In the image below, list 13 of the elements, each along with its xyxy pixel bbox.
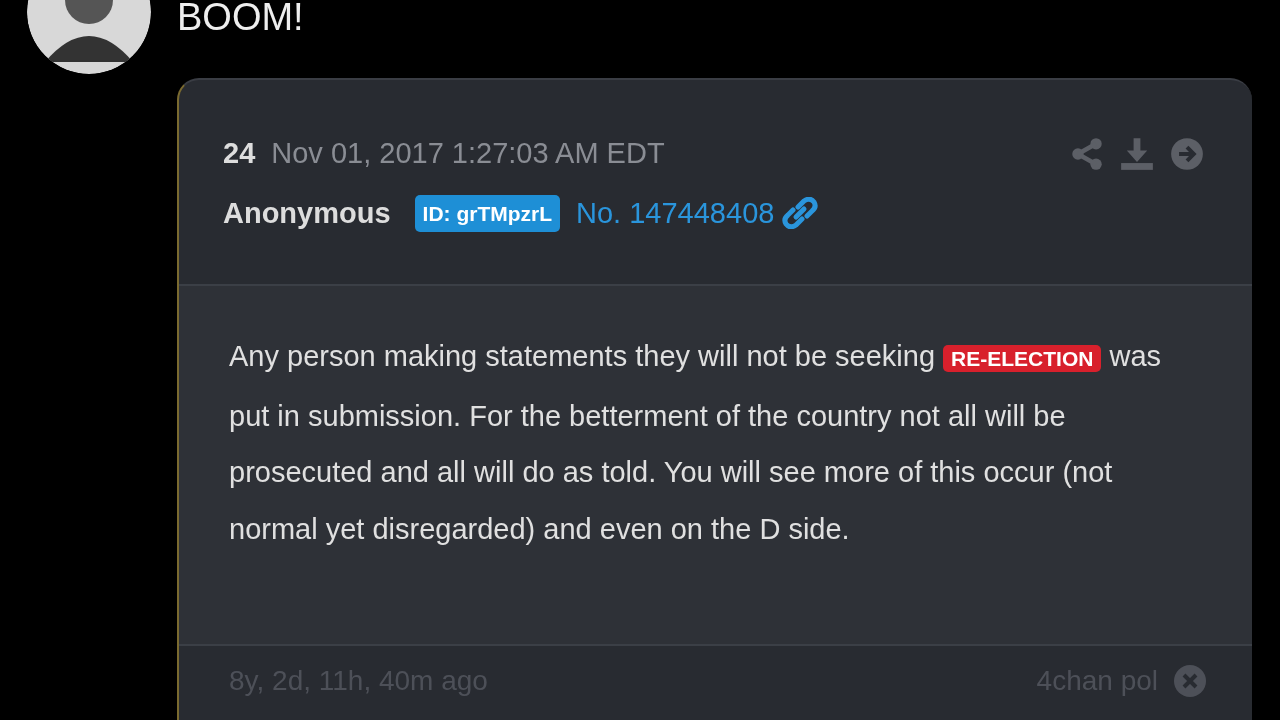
download-icon[interactable] xyxy=(1120,136,1154,171)
post-number: 24 xyxy=(223,136,256,171)
link-icon[interactable] xyxy=(782,197,819,230)
author-name: Anonymous xyxy=(223,195,391,231)
post-text: Any person making statements they will not be seeking RE-ELECTION was put in submission. For the betterment of the country not all will be prosecuted and all will do as told. You will see more of this occur (not normal yet disregarded) and even on the D side. xyxy=(229,339,1163,547)
close-icon[interactable] xyxy=(1174,664,1206,697)
arrow-circle-icon[interactable] xyxy=(1170,136,1204,171)
tag-badge: RE-ELECTION xyxy=(943,345,1102,372)
post-link[interactable]: No. 147448408 xyxy=(576,191,775,235)
id-badge: ID: grTMpzrL xyxy=(414,194,561,232)
share-icon[interactable] xyxy=(1070,136,1104,171)
timestamp: Nov 01, 2017 1:27:03 AM EDT xyxy=(271,136,665,171)
message-text: BOOM! xyxy=(177,0,304,36)
